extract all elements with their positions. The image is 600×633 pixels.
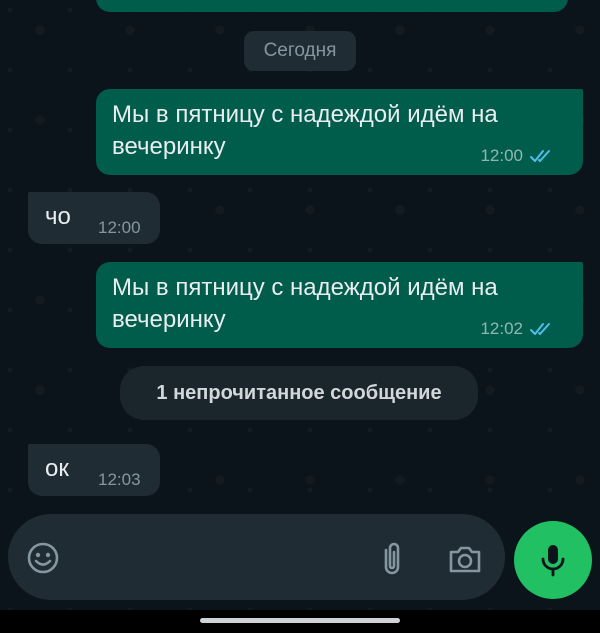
emoji-icon [27,542,59,574]
attach-button[interactable] [372,539,412,579]
message-text: чо [45,203,71,230]
unread-messages-banner: 1 непрочитанное сообщение [120,366,478,420]
message-input-bar[interactable] [8,514,505,600]
camera-icon [449,546,481,573]
message-meta: 12:03 [98,470,141,490]
previous-message-bubble[interactable] [96,0,568,12]
message-meta: 12:00 [98,218,141,238]
date-chip: Сегодня [244,31,356,71]
read-ticks-icon [530,323,550,335]
message-bubble-incoming[interactable]: чо 12:00 [28,192,160,244]
message-text: Мы в пятницу с надеждой идём на вечеринк… [112,272,498,336]
message-time: 12:00 [98,218,141,237]
message-text: Мы в пятницу с надеждой идём на вечеринк… [112,99,498,163]
message-meta: 12:00 [480,146,557,166]
message-time: 12:02 [480,319,523,338]
message-time: 12:03 [98,470,141,489]
message-text-line: вечеринку [112,306,226,333]
emoji-button[interactable] [23,538,63,578]
paperclip-icon [384,542,400,575]
message-text-line: Мы в пятницу с надеждой идём на [112,274,498,301]
voice-message-button[interactable] [514,521,592,599]
message-text-line: Мы в пятницу с надеждой идём на [112,101,498,128]
message-text-line: вечеринку [112,133,226,160]
message-bubble-incoming[interactable]: ок 12:03 [28,444,160,496]
message-text: ок [45,455,69,482]
message-time: 12:00 [480,146,523,165]
home-gesture-handle[interactable] [200,618,400,623]
camera-button[interactable] [444,539,486,579]
message-meta: 12:02 [480,319,557,339]
read-ticks-icon [530,150,550,162]
message-bubble-outgoing[interactable]: Мы в пятницу с надеждой идём на вечеринк… [96,89,583,175]
microphone-icon [541,545,565,577]
message-bubble-outgoing[interactable]: Мы в пятницу с надеждой идём на вечеринк… [96,262,583,348]
